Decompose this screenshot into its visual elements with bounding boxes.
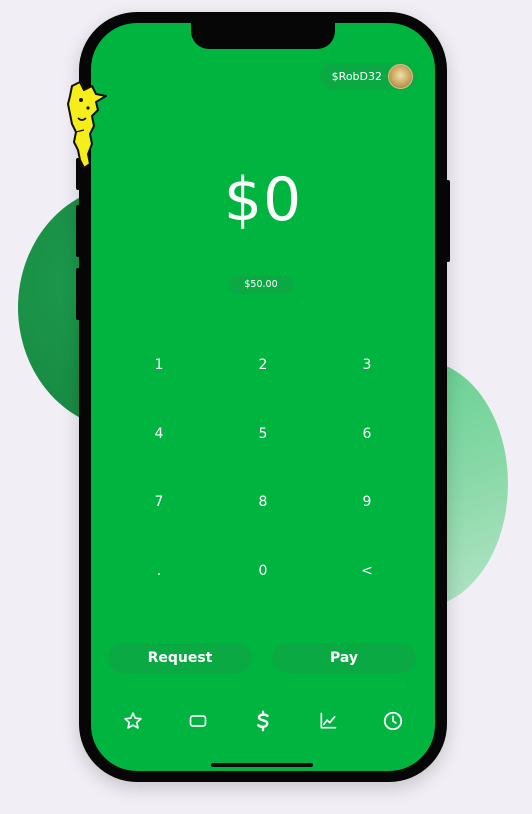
tab-bar [91,707,435,735]
key-0[interactable]: 0 [211,537,315,606]
avatar [388,64,413,89]
key-decimal[interactable]: . [107,537,211,606]
action-buttons: Request Pay [108,643,416,673]
key-6[interactable]: 6 [315,400,419,469]
profile-button[interactable]: $RobD32 [319,63,417,90]
key-1[interactable]: 1 [107,331,211,400]
key-backspace[interactable]: < [315,537,419,606]
key-2[interactable]: 2 [211,331,315,400]
balance-badge[interactable]: $50.00 [228,276,294,294]
phone-side-button-volume-down [76,268,80,320]
phone-notch [191,23,335,49]
chart-icon [320,712,337,729]
key-9[interactable]: 9 [315,468,419,537]
key-7[interactable]: 7 [107,468,211,537]
yellow-character-sticker [67,81,107,169]
clock-icon [383,711,402,731]
request-button[interactable]: Request [108,643,252,673]
tab-investing[interactable] [316,709,340,733]
amount-display: $0 [223,165,303,235]
key-3[interactable]: 3 [315,331,419,400]
key-4[interactable]: 4 [107,400,211,469]
tab-card[interactable] [186,709,210,733]
phone-side-button-volume-up [76,205,80,257]
pay-button[interactable]: Pay [272,643,416,673]
key-5[interactable]: 5 [211,400,315,469]
star-icon [124,712,143,729]
dollar-icon [257,710,269,732]
tab-activity[interactable] [381,709,405,733]
card-icon [189,715,207,727]
key-8[interactable]: 8 [211,468,315,537]
tab-activity-star[interactable] [121,709,145,733]
cashtag-label: $RobD32 [331,70,382,83]
phone-side-button-power [446,180,450,262]
keypad: 1 2 3 4 5 6 7 8 9 . 0 < [107,331,419,605]
tab-money[interactable] [251,709,275,733]
home-indicator [211,763,313,767]
app-screen: $RobD32 $0 $50.00 1 2 3 4 5 6 7 8 9 . 0 … [91,23,435,771]
